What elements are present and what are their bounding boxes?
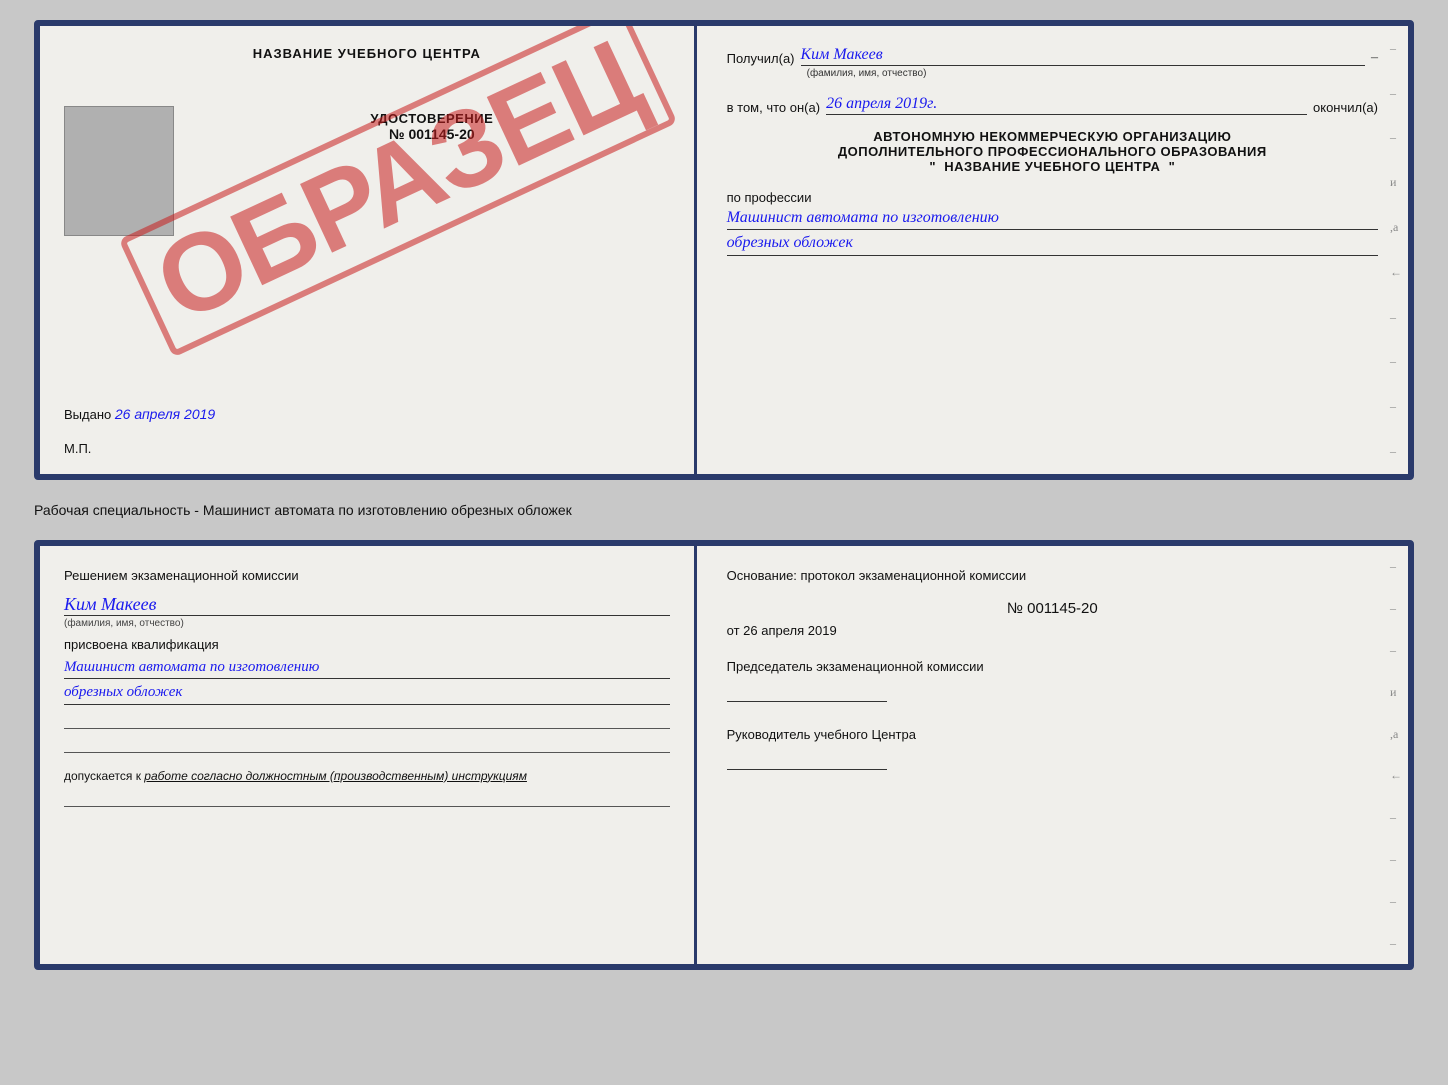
org-name-line: " НАЗВАНИЕ УЧЕБНОГО ЦЕНТРА " xyxy=(727,159,1378,174)
top-doc-right: Получил(a) Ким Макеев – (фамилия, имя, о… xyxy=(697,26,1408,474)
top-document: НАЗВАНИЕ УЧЕБНОГО ЦЕНТРА ОБРАЗЕЦ УДОСТОВ… xyxy=(34,20,1414,480)
right-dashes-top: – – – и ,а ← – – – – xyxy=(1390,26,1402,474)
osnov-label: Основание: протокол экзаменационной коми… xyxy=(727,566,1378,586)
blank-line-3 xyxy=(64,787,670,807)
recipient-name-top: Ким Макеев xyxy=(801,46,1365,66)
mp-label: М.П. xyxy=(64,441,91,456)
cert-center-block: УДОСТОВЕРЕНИЕ № 001145-20 xyxy=(190,111,674,142)
ot-label: от xyxy=(727,623,740,638)
right-dashes-bottom: – – – и ,а ← – – – – xyxy=(1390,546,1402,964)
dopuskaetsya-value: работе согласно должностным (производств… xyxy=(144,769,527,783)
rukovoditel-sign-line xyxy=(727,748,887,770)
school-name-top: НАЗВАНИЕ УЧЕБНОГО ЦЕНТРА xyxy=(64,46,670,61)
recipient-name-bottom: Ким Макеев xyxy=(64,594,670,616)
bottom-doc-right: Основание: протокол экзаменационной коми… xyxy=(697,546,1408,964)
okonchil-label: окончил(а) xyxy=(1313,100,1378,115)
bottom-doc-left: Решением экзаменационной комиссии Ким Ма… xyxy=(40,546,697,964)
obrazec-text: ОБРАЗЕЦ xyxy=(119,20,678,357)
between-label: Рабочая специальность - Машинист автомат… xyxy=(34,498,1414,522)
profession-line2-bottom: обрезных обложек xyxy=(64,681,670,705)
resheniem-label: Решением экзаменационной комиссии xyxy=(64,566,670,586)
profession-line2-top: обрезных обложек xyxy=(727,232,1378,255)
issued-label: Выдано 26 апреля 2019 xyxy=(64,407,215,422)
poluchil-row: Получил(a) Ким Макеев – xyxy=(727,46,1378,66)
rukovoditel-label: Руководитель учебного Центра xyxy=(727,726,1378,744)
org-line1: АВТОНОМНУЮ НЕКОММЕРЧЕСКУЮ ОРГАНИЗАЦИЮ xyxy=(727,129,1378,144)
blank-line-2 xyxy=(64,733,670,753)
photo-placeholder xyxy=(64,106,174,236)
issued-block: Выдано 26 апреля 2019 xyxy=(64,406,674,424)
completion-date: 26 апреля 2019г. xyxy=(826,95,1307,115)
dopuskaetsya-block: допускается к работе согласно должностны… xyxy=(64,769,670,783)
rukovoditel-block: Руководитель учебного Центра xyxy=(727,726,1378,770)
po-professii-label: по профессии xyxy=(727,190,812,205)
dopuskaetsya-label: допускается к xyxy=(64,769,141,783)
prisvoena-label: присвоена квалификация xyxy=(64,637,670,652)
blank-line-1 xyxy=(64,709,670,729)
dash-after-name: – xyxy=(1371,50,1378,66)
top-doc-left: НАЗВАНИЕ УЧЕБНОГО ЦЕНТРА ОБРАЗЕЦ УДОСТОВ… xyxy=(40,26,697,474)
predsedatel-sign-line xyxy=(727,680,887,702)
predsedatel-label: Председатель экзаменационной комиссии xyxy=(727,658,1378,676)
fio-subtitle-bottom: (фамилия, имя, отчество) xyxy=(64,618,670,629)
profession-line1-bottom: Машинист автомата по изготовлению xyxy=(64,656,670,680)
udostoverenie-label: УДОСТОВЕРЕНИЕ xyxy=(190,111,674,126)
osnov-date: от 26 апреля 2019 xyxy=(727,623,1378,638)
fio-subtitle-top: (фамилия, имя, отчество) xyxy=(807,68,1378,79)
profession-line1-top: Машинист автомата по изготовлению xyxy=(727,207,1378,230)
vtom-row: в том, что он(a) 26 апреля 2019г. окончи… xyxy=(727,95,1378,115)
vtom-label: в том, что он(a) xyxy=(727,100,820,115)
poluchil-label: Получил(a) xyxy=(727,51,795,66)
cert-number: № 001145-20 xyxy=(190,126,674,142)
bottom-document: Решением экзаменационной комиссии Ким Ма… xyxy=(34,540,1414,970)
issued-date: 26 апреля 2019 xyxy=(115,406,215,422)
po-professii-block: по профессии Машинист автомата по изгото… xyxy=(727,190,1378,256)
org-name: НАЗВАНИЕ УЧЕБНОГО ЦЕНТРА xyxy=(944,159,1160,174)
predsedatel-block: Председатель экзаменационной комиссии xyxy=(727,658,1378,702)
org-line2: ДОПОЛНИТЕЛЬНОГО ПРОФЕССИОНАЛЬНОГО ОБРАЗО… xyxy=(727,144,1378,159)
osnov-number: № 001145-20 xyxy=(727,600,1378,617)
osnov-date-value: 26 апреля 2019 xyxy=(743,623,837,638)
